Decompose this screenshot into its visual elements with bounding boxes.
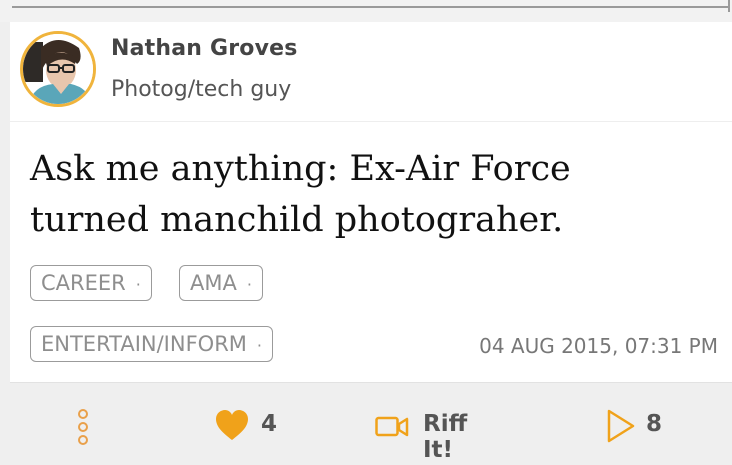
top-strip <box>0 0 732 22</box>
tag-ama[interactable]: AMA · <box>179 265 263 301</box>
author-name[interactable]: Nathan Groves <box>111 36 298 61</box>
more-options-button[interactable] <box>74 407 92 447</box>
tag-label: AMA <box>190 271 237 295</box>
play-count: 8 <box>646 411 663 437</box>
dot-icon: · <box>256 336 262 355</box>
top-divider-end <box>728 0 730 12</box>
tag-career[interactable]: CAREER · <box>30 265 152 301</box>
action-bar: 4 Riff It! 8 <box>10 382 732 465</box>
post-timestamp: 04 AUG 2015, 07:31 PM <box>479 334 718 358</box>
riff-it-label: Riff It! <box>423 411 468 463</box>
post-title-line-2: turned manchild photograher. <box>30 200 564 240</box>
video-camera-icon <box>375 416 409 437</box>
like-count: 4 <box>261 411 278 437</box>
dot-icon: · <box>135 275 141 294</box>
tag-label: ENTERTAIN/INFORM <box>41 332 247 356</box>
avatar-image <box>23 34 93 104</box>
tag-entertain-inform[interactable]: ENTERTAIN/INFORM · <box>30 326 273 362</box>
post-title[interactable]: Ask me anything: Ex-Air Force turned man… <box>30 144 720 246</box>
avatar[interactable] <box>20 31 96 107</box>
author-bio: Photog/tech guy <box>111 77 292 102</box>
tag-label: CAREER <box>41 271 126 295</box>
heart-icon <box>216 410 248 440</box>
play-icon <box>607 409 635 443</box>
post-title-line-1: Ask me anything: Ex-Air Force <box>30 149 571 189</box>
vertical-dots-icon <box>78 409 88 445</box>
top-divider <box>12 6 728 8</box>
post-card[interactable]: Nathan Groves Photog/tech guy Ask me any… <box>10 22 732 382</box>
header-divider <box>10 121 732 122</box>
dot-icon: · <box>246 275 252 294</box>
